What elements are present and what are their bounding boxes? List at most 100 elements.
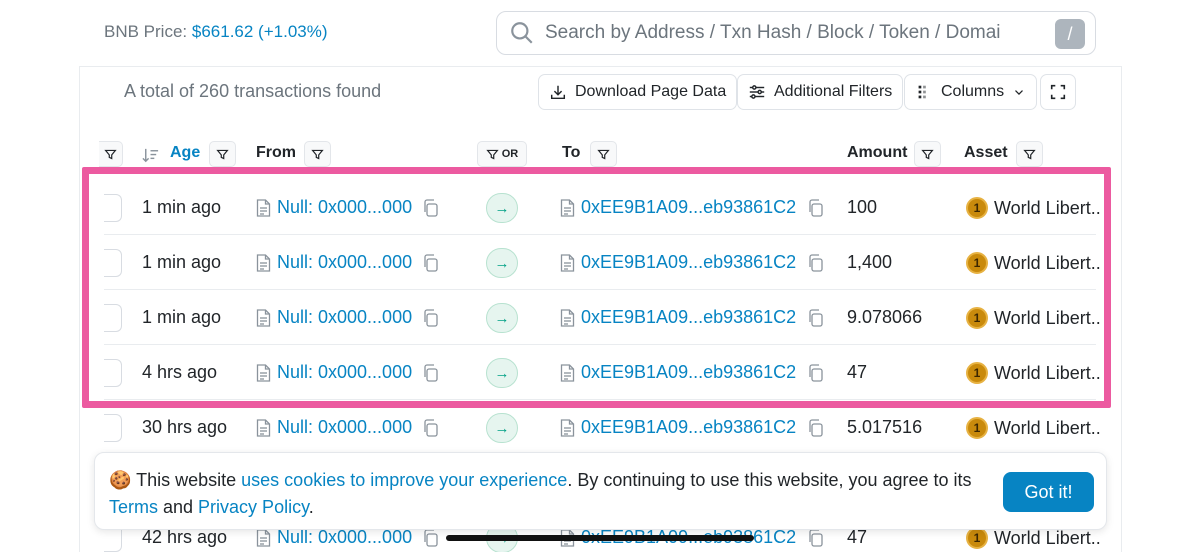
row-detail-toggle[interactable]	[104, 249, 122, 277]
cookie-banner: 🍪 This website uses cookies to improve y…	[94, 452, 1107, 530]
table-row: 1 min ago Null: 0x000...000 → 0xEE9B1A09...…	[104, 290, 1101, 345]
from-address-link[interactable]: Null: 0x000...000	[277, 527, 412, 548]
row-from[interactable]: Null: 0x000...000	[256, 307, 412, 328]
row-from[interactable]: Null: 0x000...000	[256, 417, 412, 438]
contract-document-icon	[256, 528, 271, 547]
copy-to-icon[interactable]	[807, 529, 824, 547]
to-address-link[interactable]: 0xEE9B1A09...eb93861C2	[581, 362, 796, 383]
filter-icon	[216, 149, 229, 160]
row-to[interactable]: 0xEE9B1A09...eb93861C2	[560, 197, 796, 218]
row-asset[interactable]: 1 World Libert..	[966, 252, 1101, 274]
row-to[interactable]: 0xEE9B1A09...eb93861C2	[560, 307, 796, 328]
cookie-icon: 🍪	[109, 470, 132, 490]
filter-icon	[1023, 149, 1036, 160]
filter-icon	[104, 149, 117, 160]
copy-from-icon[interactable]	[422, 419, 439, 437]
cookie-prefix: This website	[136, 470, 242, 490]
asset-name[interactable]: World Libert..	[994, 198, 1101, 219]
column-header-age[interactable]: Age	[170, 144, 200, 162]
copy-from-icon[interactable]	[422, 199, 439, 217]
search-bar[interactable]: /	[496, 11, 1096, 55]
asset-name[interactable]: World Libert..	[994, 363, 1101, 384]
search-icon	[511, 22, 533, 44]
columns-dropdown[interactable]: Columns	[904, 74, 1038, 110]
from-address-link[interactable]: Null: 0x000...000	[277, 362, 412, 383]
fullscreen-button[interactable]	[1040, 74, 1076, 110]
from-address-link[interactable]: Null: 0x000...000	[277, 417, 412, 438]
cookie-suffix: .	[308, 497, 314, 517]
row-to[interactable]: 0xEE9B1A09...eb93861C2	[560, 362, 796, 383]
copy-from-icon[interactable]	[422, 254, 439, 272]
search-input[interactable]	[545, 22, 1015, 44]
to-address-link[interactable]: 0xEE9B1A09...eb93861C2	[581, 252, 796, 273]
row-detail-toggle[interactable]	[104, 414, 122, 442]
row-asset[interactable]: 1 World Libert..	[966, 307, 1101, 329]
price-value[interactable]: $661.62 (+1.03%)	[192, 22, 328, 41]
download-page-data-button[interactable]: Download Page Data	[538, 74, 738, 110]
copy-to-icon[interactable]	[807, 364, 824, 382]
row-asset[interactable]: 1 World Libert..	[966, 527, 1101, 549]
contract-document-icon	[560, 363, 575, 382]
from-address-link[interactable]: Null: 0x000...000	[277, 307, 412, 328]
filter-button-asset[interactable]	[1016, 141, 1043, 167]
table-row: 30 hrs ago Null: 0x000...000 → 0xEE9B1A09..…	[104, 400, 1101, 455]
row-age: 4 hrs ago	[142, 362, 218, 382]
bnb-price: BNB Price: $661.62 (+1.03%)	[104, 22, 328, 42]
copy-from-icon[interactable]	[422, 364, 439, 382]
direction-arrow-icon: →	[486, 358, 518, 388]
row-amount: 1,400	[847, 252, 893, 272]
copy-to-icon[interactable]	[807, 254, 824, 272]
asset-name[interactable]: World Libert..	[994, 528, 1101, 549]
asset-name[interactable]: World Libert..	[994, 253, 1101, 274]
filter-button-to[interactable]	[590, 141, 617, 167]
copy-to-icon[interactable]	[807, 199, 824, 217]
row-asset[interactable]: 1 World Libert..	[966, 362, 1101, 384]
row-from[interactable]: Null: 0x000...000	[256, 252, 412, 273]
contract-document-icon	[256, 198, 271, 217]
search-shortcut-key: /	[1055, 19, 1085, 49]
got-it-button[interactable]: Got it!	[1003, 472, 1094, 512]
to-address-link[interactable]: 0xEE9B1A09...eb93861C2	[581, 417, 796, 438]
asset-name[interactable]: World Libert..	[994, 308, 1101, 329]
asset-name[interactable]: World Libert..	[994, 418, 1101, 439]
columns-label: Columns	[941, 83, 1005, 100]
copy-to-icon[interactable]	[807, 309, 824, 327]
contract-document-icon	[560, 418, 575, 437]
row-from[interactable]: Null: 0x000...000	[256, 362, 412, 383]
row-detail-toggle[interactable]	[104, 359, 122, 387]
row-asset[interactable]: 1 World Libert..	[966, 197, 1101, 219]
row-to[interactable]: 0xEE9B1A09...eb93861C2	[560, 417, 796, 438]
row-detail-toggle[interactable]	[104, 304, 122, 332]
chevron-down-icon	[1015, 90, 1024, 95]
column-header-amount: Amount	[847, 144, 908, 161]
sort-descending-icon[interactable]	[141, 146, 160, 165]
token-logo-icon: 1	[966, 307, 988, 329]
row-asset[interactable]: 1 World Libert..	[966, 417, 1101, 439]
from-address-link[interactable]: Null: 0x000...000	[277, 197, 412, 218]
row-to[interactable]: 0xEE9B1A09...eb93861C2	[560, 252, 796, 273]
contract-document-icon	[256, 418, 271, 437]
token-logo-icon: 1	[966, 362, 988, 384]
to-address-link[interactable]: 0xEE9B1A09...eb93861C2	[581, 307, 796, 328]
filter-button-from[interactable]	[304, 141, 331, 167]
row-amount: 5.017516	[847, 417, 923, 437]
copy-from-icon[interactable]	[422, 529, 439, 547]
additional-filters-button[interactable]: Additional Filters	[737, 74, 904, 110]
total-transactions: A total of 260 transactions found	[124, 81, 382, 101]
row-detail-toggle[interactable]	[104, 194, 122, 222]
from-address-link[interactable]: Null: 0x000...000	[277, 252, 412, 273]
row-age: 1 min ago	[142, 252, 222, 272]
filter-button-or[interactable]: OR	[477, 141, 527, 167]
row-from[interactable]: Null: 0x000...000	[256, 197, 412, 218]
terms-link[interactable]: Terms	[109, 497, 158, 517]
filter-button-age[interactable]	[209, 141, 236, 167]
copy-to-icon[interactable]	[807, 419, 824, 437]
privacy-policy-link[interactable]: Privacy Policy	[198, 497, 309, 517]
filter-button-method[interactable]	[99, 141, 123, 167]
filter-button-amount[interactable]	[914, 141, 941, 167]
cookie-policy-link[interactable]: uses cookies to improve your experience	[241, 470, 567, 490]
copy-from-icon[interactable]	[422, 309, 439, 327]
row-from[interactable]: Null: 0x000...000	[256, 527, 412, 548]
to-address-link[interactable]: 0xEE9B1A09...eb93861C2	[581, 197, 796, 218]
contract-document-icon	[560, 253, 575, 272]
